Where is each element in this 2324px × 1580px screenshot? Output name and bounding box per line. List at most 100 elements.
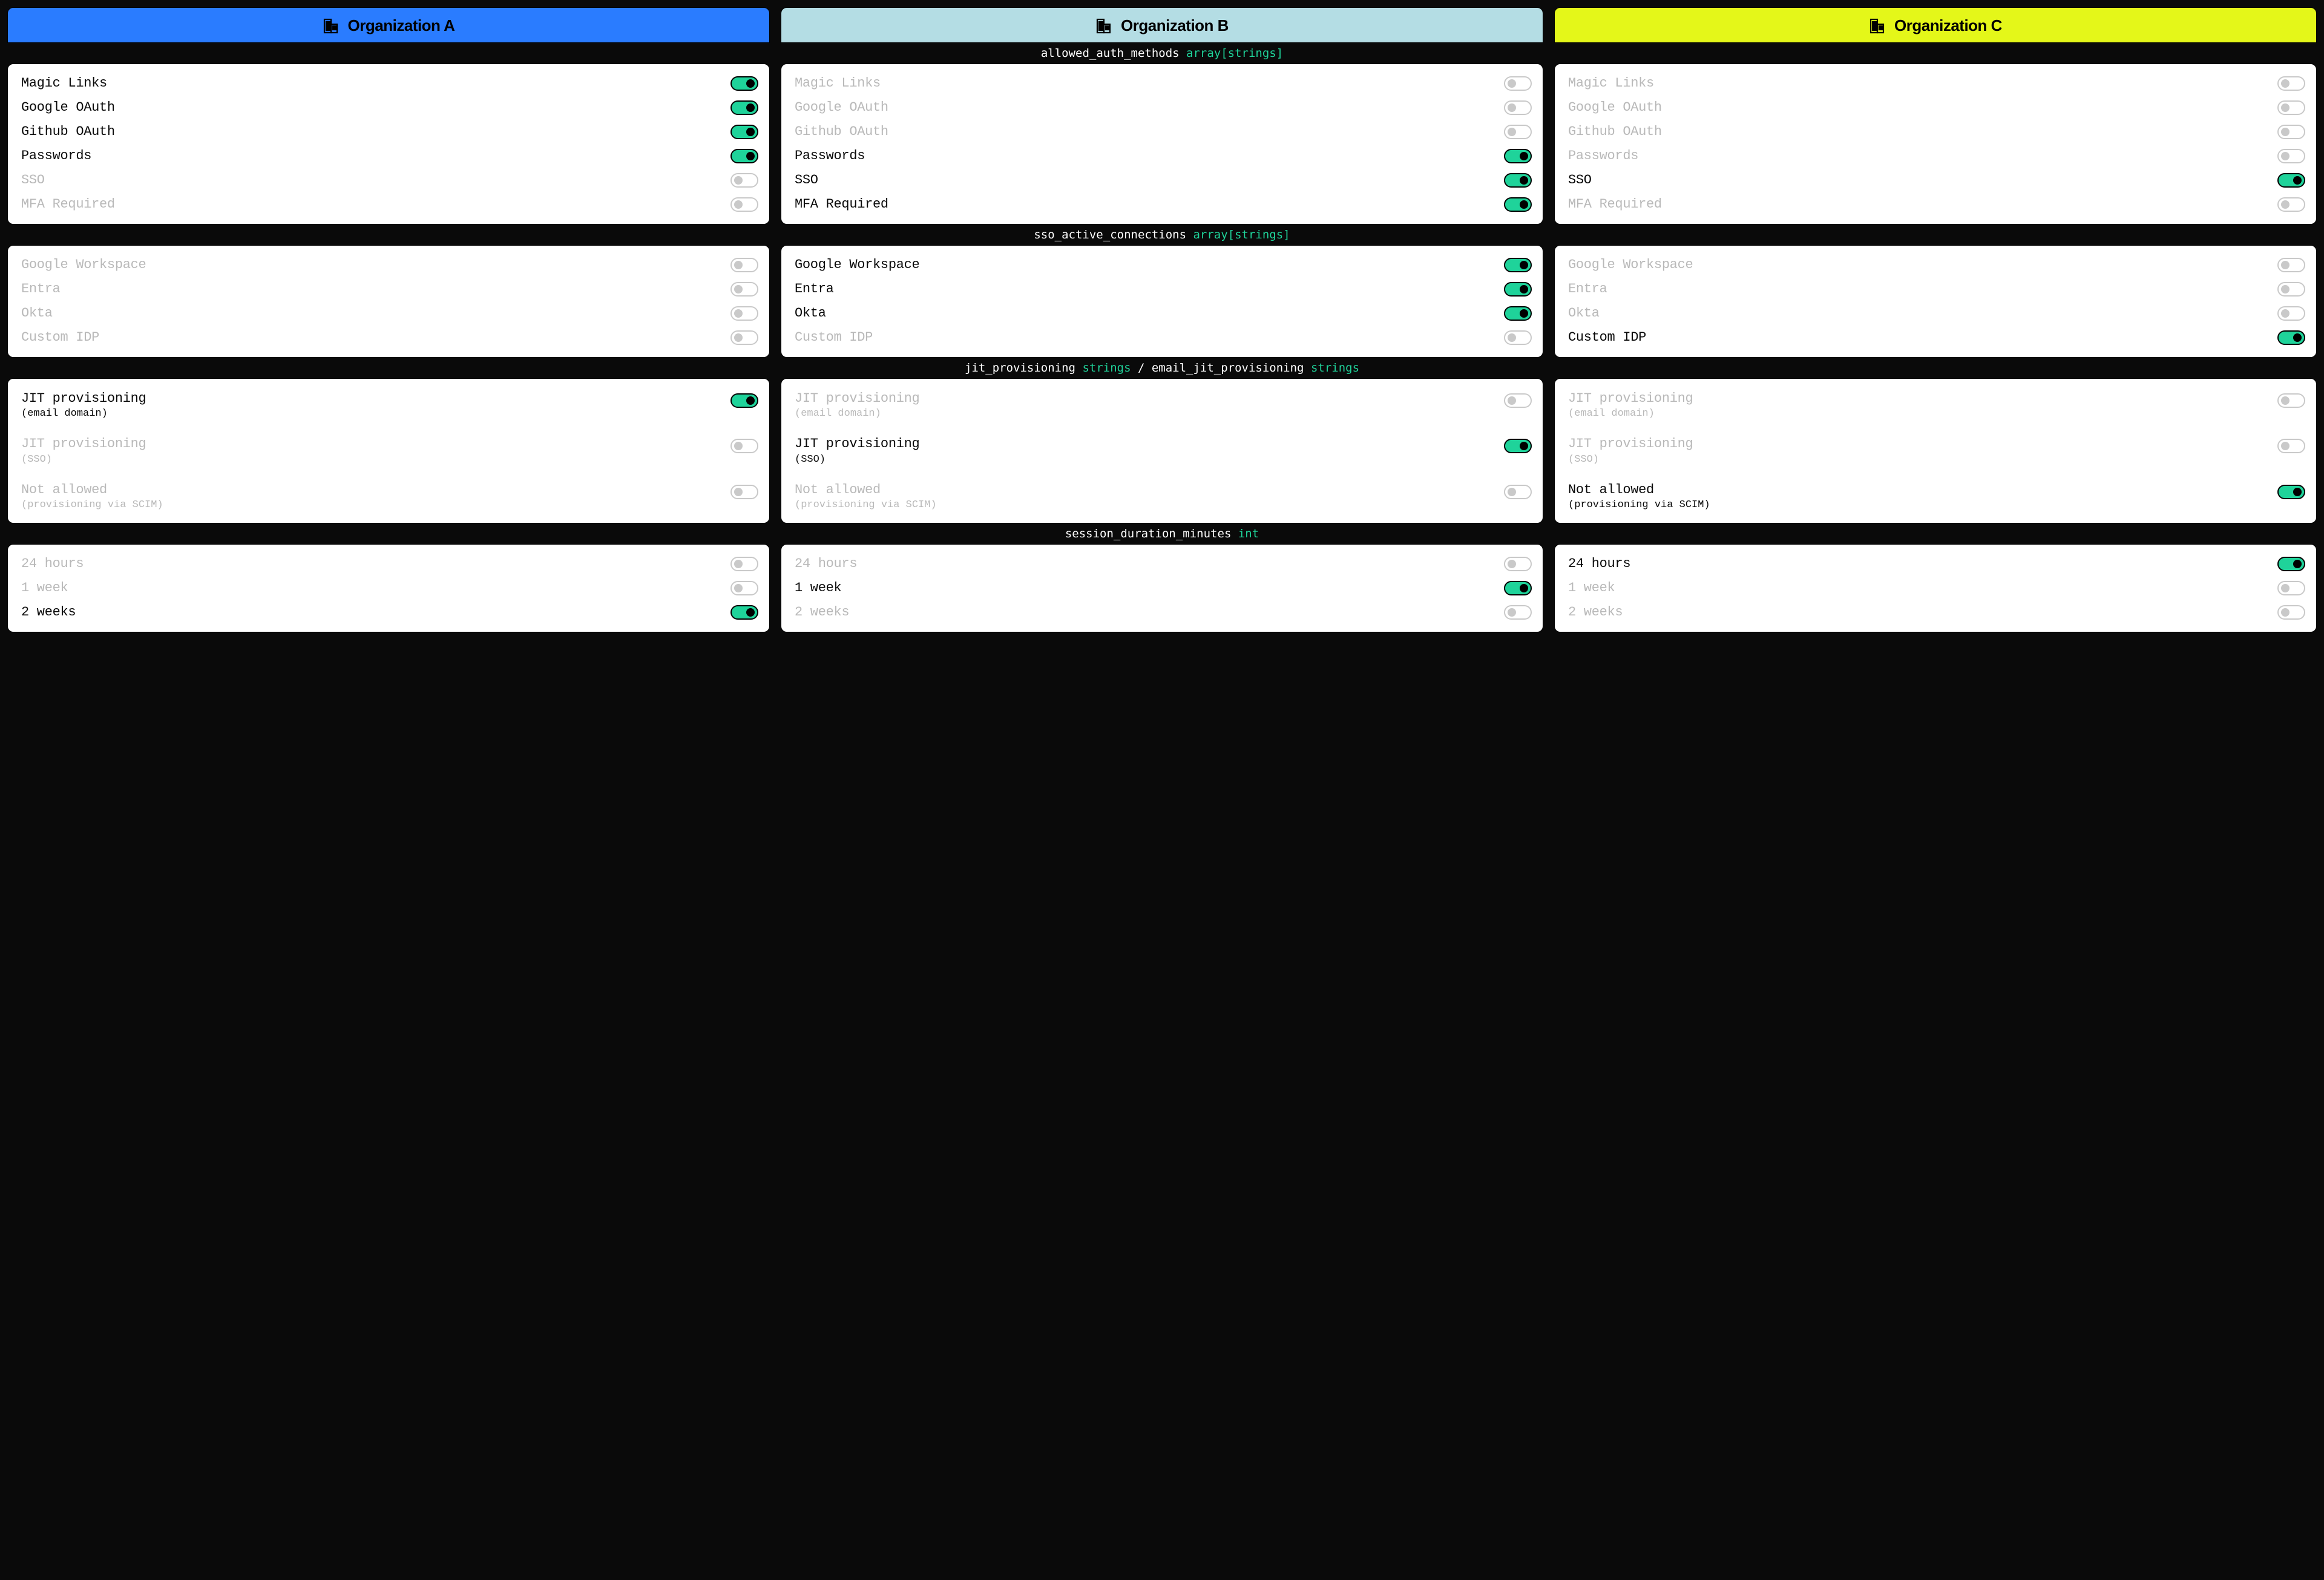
setting-label: 2 weeks [21, 605, 76, 620]
setting-label: SSO [1568, 172, 1592, 188]
toggle-sso-1[interactable] [2277, 282, 2305, 297]
toggle-session-0[interactable] [2277, 557, 2305, 571]
toggle-sso-1[interactable] [730, 282, 758, 297]
toggle-auth-1[interactable] [2277, 100, 2305, 115]
toggle-session-1[interactable] [730, 581, 758, 595]
toggle-session-2[interactable] [1504, 605, 1532, 620]
setting-row: JIT provisioning(SSO) [21, 433, 758, 468]
toggle-sso-3[interactable] [1504, 330, 1532, 345]
setting-label: Google Workspace [1568, 257, 1693, 273]
setting-sublabel: (provisioning via SCIM) [21, 499, 163, 511]
setting-label: JIT provisioning [795, 436, 919, 452]
setting-label: SSO [795, 172, 818, 188]
setting-label: 24 hours [1568, 556, 1630, 572]
toggle-sso-2[interactable] [730, 306, 758, 321]
toggle-jit-2[interactable] [730, 485, 758, 499]
setting-label: Not allowed [21, 482, 163, 498]
setting-row: 24 hours [21, 553, 758, 575]
section-header: jit_provisioning strings / email_jit_pro… [7, 358, 2317, 378]
setting-row: Google OAuth [1568, 97, 2305, 119]
setting-sublabel: (SSO) [795, 454, 919, 465]
setting-row: MFA Required [1568, 194, 2305, 215]
org-name: Organization C [1894, 16, 2002, 35]
setting-row: MFA Required [21, 194, 758, 215]
setting-label: Google Workspace [21, 257, 146, 273]
toggle-sso-2[interactable] [2277, 306, 2305, 321]
setting-label: Entra [1568, 281, 1607, 297]
toggle-sso-0[interactable] [730, 258, 758, 272]
toggle-auth-5[interactable] [2277, 197, 2305, 212]
toggle-sso-3[interactable] [730, 330, 758, 345]
setting-row: Magic Links [21, 73, 758, 94]
setting-label: Magic Links [795, 76, 881, 91]
settings-card-auth: Magic LinksGoogle OAuthGithub OAuthPassw… [781, 64, 1543, 225]
setting-row: Google Workspace [795, 254, 1532, 276]
setting-row: 1 week [21, 577, 758, 599]
setting-label: MFA Required [1568, 197, 1662, 212]
toggle-jit-1[interactable] [730, 439, 758, 453]
setting-row: JIT provisioning(email domain) [1568, 387, 2305, 423]
toggle-jit-1[interactable] [2277, 439, 2305, 453]
setting-label: JIT provisioning [1568, 436, 1693, 452]
toggle-jit-0[interactable] [1504, 393, 1532, 408]
toggle-auth-4[interactable] [730, 173, 758, 188]
toggle-auth-0[interactable] [730, 76, 758, 91]
setting-label: Google OAuth [795, 100, 888, 116]
toggle-auth-2[interactable] [1504, 125, 1532, 139]
toggle-auth-5[interactable] [1504, 197, 1532, 212]
setting-row: Github OAuth [21, 121, 758, 143]
setting-label: Google OAuth [21, 100, 115, 116]
org-header: Organization C [1554, 7, 2317, 43]
toggle-session-2[interactable] [2277, 605, 2305, 620]
toggle-jit-1[interactable] [1504, 439, 1532, 453]
toggle-auth-1[interactable] [730, 100, 758, 115]
settings-card-sso: Google WorkspaceEntraOktaCustom IDP [7, 245, 770, 358]
org-header: Organization B [781, 7, 1543, 43]
toggle-auth-5[interactable] [730, 197, 758, 212]
toggle-jit-2[interactable] [2277, 485, 2305, 499]
settings-card-sso: Google WorkspaceEntraOktaCustom IDP [781, 245, 1543, 358]
toggle-auth-3[interactable] [730, 149, 758, 163]
settings-card-sso: Google Workspace Entra Okta Custom IDP [1554, 245, 2317, 358]
setting-label: Okta [1568, 306, 1600, 321]
setting-label: Not allowed [795, 482, 937, 498]
setting-row: Passwords [21, 145, 758, 167]
setting-label: 24 hours [795, 556, 857, 572]
setting-row: 2 weeks [1568, 602, 2305, 623]
toggle-session-2[interactable] [730, 605, 758, 620]
setting-sublabel: (SSO) [1568, 454, 1693, 465]
toggle-sso-2[interactable] [1504, 306, 1532, 321]
toggle-auth-1[interactable] [1504, 100, 1532, 115]
toggle-auth-2[interactable] [2277, 125, 2305, 139]
toggle-auth-2[interactable] [730, 125, 758, 139]
toggle-sso-1[interactable] [1504, 282, 1532, 297]
toggle-sso-3[interactable] [2277, 330, 2305, 345]
setting-sublabel: (SSO) [21, 454, 146, 465]
setting-row: Not allowed(provisioning via SCIM) [1568, 479, 2305, 514]
toggle-jit-0[interactable] [730, 393, 758, 408]
toggle-jit-2[interactable] [1504, 485, 1532, 499]
settings-card-session: 24 hours1 week2 weeks [1554, 544, 2317, 632]
setting-row: Custom IDP [1568, 327, 2305, 349]
toggle-session-1[interactable] [2277, 581, 2305, 595]
toggle-auth-4[interactable] [2277, 173, 2305, 188]
toggle-auth-4[interactable] [1504, 173, 1532, 188]
setting-label: 1 week [795, 580, 841, 596]
setting-row: 2 weeks [795, 602, 1532, 623]
toggle-auth-0[interactable] [2277, 76, 2305, 91]
setting-row: SSO [795, 169, 1532, 191]
toggle-session-0[interactable] [1504, 557, 1532, 571]
toggle-sso-0[interactable] [1504, 258, 1532, 272]
toggle-sso-0[interactable] [2277, 258, 2305, 272]
toggle-session-1[interactable] [1504, 581, 1532, 595]
setting-label: Github OAuth [21, 124, 115, 140]
setting-label: Okta [21, 306, 53, 321]
setting-label: 1 week [21, 580, 68, 596]
toggle-auth-3[interactable] [2277, 149, 2305, 163]
toggle-session-0[interactable] [730, 557, 758, 571]
setting-row: Okta [1568, 303, 2305, 324]
toggle-auth-3[interactable] [1504, 149, 1532, 163]
toggle-auth-0[interactable] [1504, 76, 1532, 91]
toggle-jit-0[interactable] [2277, 393, 2305, 408]
setting-label: Magic Links [1568, 76, 1654, 91]
